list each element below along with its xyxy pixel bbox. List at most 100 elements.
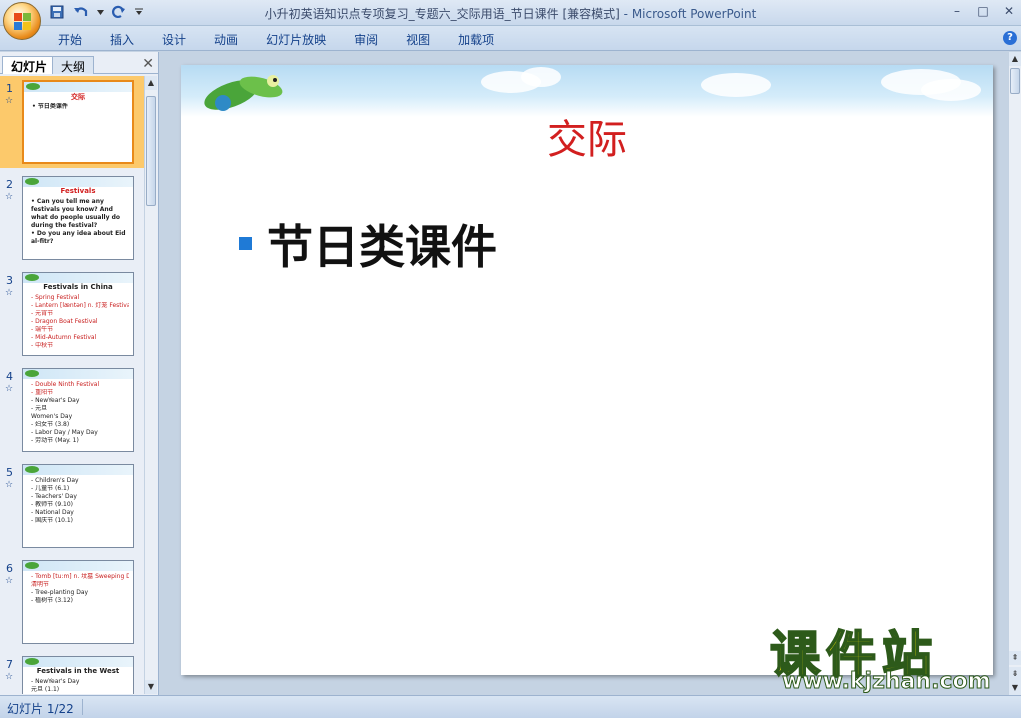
thumbnail-line: during the festival? — [31, 222, 98, 229]
thumbnail-line: - 教师节 (9.10) — [31, 501, 74, 508]
tab-review[interactable]: 审阅 — [354, 31, 378, 48]
thumbnail-line: - Children's Day — [31, 477, 79, 484]
slide-thumbnail-4[interactable]: 4 ☆ - Double Ninth Festival - 重阳节 - NewYear'… — [0, 364, 145, 456]
slides-panel: 幻灯片 大纲 ✕ 1 ☆ 交际 • 节日类课件 2 ☆ Festivals • Can you… — [0, 52, 159, 695]
window-title: 小升初英语知识点专项复习_专题六_交际用语_节日课件 [兼容模式] - Micr… — [0, 5, 1021, 22]
thumbnail-body: - Double Ninth Festival - 重阳节 - NewYear's … — [31, 381, 129, 445]
leaf-icon — [25, 274, 39, 281]
thumbnail-body: - Children's Day - 儿童节 (6.1) - Teachers' D… — [31, 477, 129, 525]
maximize-button[interactable]: □ — [975, 3, 991, 19]
slide-thumbnail-1[interactable]: 1 ☆ 交际 • 节日类课件 — [0, 76, 145, 168]
tab-addins[interactable]: 加载项 — [458, 31, 494, 48]
thumbnail-preview: Festivals • Can you tell me any festivals… — [22, 176, 134, 260]
scroll-thumb[interactable] — [1010, 68, 1020, 94]
thumbnail-banner — [24, 82, 132, 92]
transition-star-icon[interactable]: ☆ — [5, 192, 13, 202]
slide-counter: 幻灯片 1/22 — [7, 702, 74, 716]
window-controls: – □ ✕ — [949, 3, 1017, 19]
transition-star-icon[interactable]: ☆ — [5, 576, 13, 586]
thumbnail-title: 交际 — [71, 93, 85, 101]
tab-outline[interactable]: 大纲 — [52, 56, 95, 74]
scroll-thumb[interactable] — [146, 96, 156, 206]
thumbnail-line: al-fitr? — [31, 238, 54, 245]
thumbnail-line: - 劳动节 (May. 1) — [31, 437, 79, 444]
slide-thumbnail-2[interactable]: 2 ☆ Festivals • Can you tell me any festiva… — [0, 172, 145, 264]
thumbnail-line: - 儿童节 (6.1) — [31, 485, 70, 492]
thumbnail-line: - Lantern [læntən] n. 灯笼 Festival — [31, 302, 129, 309]
tab-animations[interactable]: 动画 — [214, 31, 238, 48]
thumbnail-preview: 交际 • 节日类课件 — [22, 80, 134, 164]
scroll-down-arrow[interactable]: ▼ — [145, 680, 157, 694]
slide-thumbnail-3[interactable]: 3 ☆ Festivals in China - Spring Festival - L… — [0, 268, 145, 360]
thumbnail-line: - Tree-planting Day — [31, 589, 89, 596]
slide-number: 7 — [6, 658, 13, 671]
transition-star-icon[interactable]: ☆ — [5, 384, 13, 394]
status-divider — [82, 699, 83, 715]
slide-thumbnail-6[interactable]: 6 ☆ - Tomb [tu:m] n. 坟墓 Sweeping Day 清明节 - … — [0, 556, 145, 648]
scroll-up-arrow[interactable]: ▲ — [145, 76, 157, 90]
transition-star-icon[interactable]: ☆ — [5, 288, 13, 298]
thumbnail-line: Women's Day — [31, 413, 73, 420]
thumbnail-body: • Can you tell me any festivals you know… — [31, 198, 129, 246]
tab-slides[interactable]: 幻灯片 — [2, 56, 57, 74]
thumbnail-line: 元旦 (1.1) — [31, 686, 60, 693]
transition-star-icon[interactable]: ☆ — [5, 96, 13, 106]
panel-scrollbar[interactable]: ▲ ▼ — [144, 76, 157, 694]
tab-design[interactable]: 设计 — [162, 31, 186, 48]
transition-star-icon[interactable]: ☆ — [5, 480, 13, 490]
tab-slideshow[interactable]: 幻灯片放映 — [266, 31, 326, 48]
slide-body-text[interactable]: 节日类课件 — [267, 211, 497, 277]
tab-insert[interactable]: 插入 — [110, 31, 134, 48]
thumbnail-line: - Mid-Autumn Festival — [31, 334, 97, 341]
slide-thumbnail-7[interactable]: 7 ☆ Festivals in the West - NewYear's Day 元… — [0, 652, 145, 694]
help-icon[interactable]: ? — [1003, 31, 1017, 45]
thumbnail-line: - 重阳节 — [31, 389, 54, 396]
thumbnail-title: Festivals in the West — [36, 667, 120, 675]
close-icon[interactable]: ✕ — [142, 56, 154, 72]
slide-thumbnail-5[interactable]: 5 ☆ - Children's Day - 儿童节 (6.1) - Teachers'… — [0, 460, 145, 552]
slide-number: 5 — [6, 466, 13, 479]
office-logo-icon — [14, 13, 32, 31]
slide-number: 6 — [6, 562, 13, 575]
thumbnail-line: - Spring Festival — [31, 294, 80, 301]
thumbnail-line: - Tomb [tu:m] n. 坟墓 Sweeping Day — [31, 573, 129, 580]
bullet-icon — [239, 237, 252, 250]
scroll-down-arrow[interactable]: ▼ — [1009, 681, 1021, 695]
slide-canvas[interactable]: 交际 节日类课件 — [181, 65, 993, 675]
slide-title[interactable]: 交际 — [181, 107, 993, 165]
panel-tabs: 幻灯片 大纲 ✕ — [0, 54, 159, 74]
close-button[interactable]: ✕ — [1001, 3, 1017, 19]
prev-slide-button[interactable]: ⇞ — [1009, 651, 1021, 665]
slide-number: 2 — [6, 178, 13, 191]
thumbnail-line: • Can you tell me any — [31, 198, 104, 205]
thumbnail-line: - National Day — [31, 509, 74, 516]
slide-number: 3 — [6, 274, 13, 287]
thumbnail-banner — [23, 657, 133, 667]
thumbnail-line: - 端午节 — [31, 326, 54, 333]
thumbnail-body: - Spring Festival - Lantern [læntən] n. 灯… — [31, 294, 129, 350]
watermark-url: www.kjzhan.com — [782, 669, 992, 695]
title-bar: 小升初英语知识点专项复习_专题六_交际用语_节日课件 [兼容模式] - Micr… — [0, 0, 1021, 26]
app-name: - Microsoft PowerPoint — [623, 7, 757, 21]
slide-number: 1 — [6, 82, 13, 95]
thumbnail-line: - 植树节 (3.12) — [31, 597, 74, 604]
thumbnail-line: • Do you any idea about Eid — [31, 230, 126, 237]
minimize-button[interactable]: – — [949, 3, 965, 19]
leaf-icon — [25, 562, 39, 569]
office-button[interactable] — [3, 2, 41, 40]
transition-star-icon[interactable]: ☆ — [5, 672, 13, 682]
scroll-up-arrow[interactable]: ▲ — [1009, 52, 1021, 66]
slide-editor: 交际 节日类课件 — [160, 52, 1008, 695]
thumbnail-line: - Teachers' Day — [31, 493, 77, 500]
next-slide-button[interactable]: ⇟ — [1009, 667, 1021, 681]
thumbnail-title: Festivals in China — [43, 283, 113, 291]
document-name: 小升初英语知识点专项复习_专题六_交际用语_节日课件 [兼容模式] — [264, 7, 620, 21]
thumbnail-line: - NewYear's Day — [31, 678, 80, 685]
leaf-icon — [25, 466, 39, 473]
thumbnail-body: - Tomb [tu:m] n. 坟墓 Sweeping Day 清明节 - Tr… — [31, 573, 129, 605]
tab-home[interactable]: 开始 — [58, 31, 82, 48]
thumbnail-body: • 节日类课件 — [32, 103, 128, 111]
tab-view[interactable]: 视图 — [406, 31, 430, 48]
slide-scrollbar[interactable]: ▲ ⇞ ⇟ ▼ — [1008, 52, 1021, 695]
thumbnail-line: - Labor Day / May Day — [31, 429, 98, 436]
